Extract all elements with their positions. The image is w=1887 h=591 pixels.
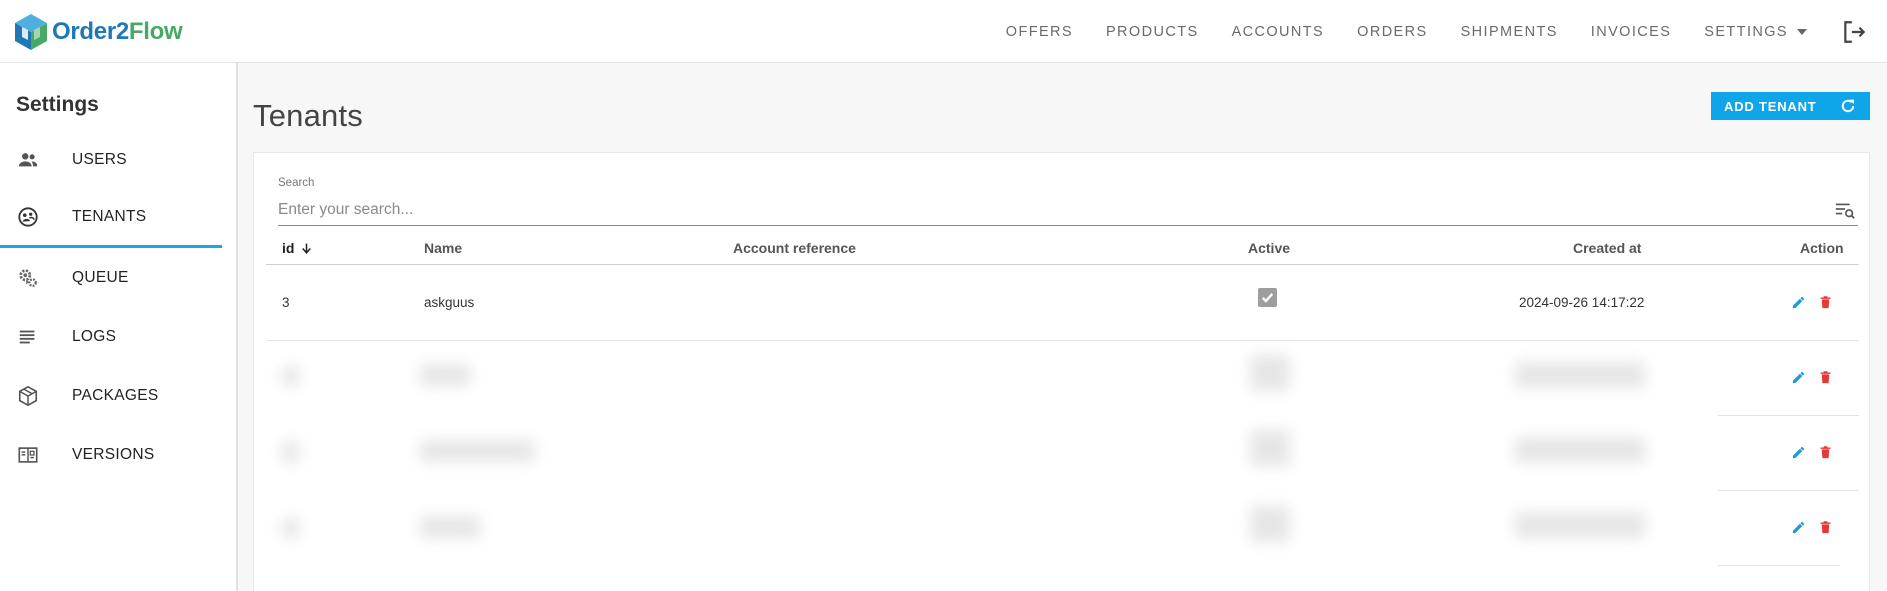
- nav-shipments[interactable]: SHIPMENTS: [1461, 24, 1558, 40]
- row-1-created-at: 2024-09-26 14:17:22: [1519, 295, 1645, 310]
- users-icon: [17, 149, 39, 171]
- edit-pencil-icon[interactable]: [1791, 445, 1806, 460]
- sidebar-item-tenants[interactable]: TENANTS: [0, 189, 222, 248]
- sidebar-item-versions[interactable]: VERSIONS: [0, 425, 222, 484]
- search-label: Search: [278, 177, 315, 189]
- row-1-id: 3: [282, 295, 290, 310]
- sidebar-item-packages[interactable]: PACKAGES: [0, 366, 222, 425]
- refresh-icon[interactable]: [1839, 97, 1857, 115]
- nav-offers[interactable]: OFFERS: [1006, 24, 1073, 40]
- top-bar: Order2Flow OFFERS PRODUCTS ACCOUNTS ORDE…: [0, 0, 1887, 63]
- sidebar-item-logs[interactable]: LOGS: [0, 307, 222, 366]
- nav-products[interactable]: PRODUCTS: [1106, 24, 1199, 40]
- nav-orders[interactable]: ORDERS: [1357, 24, 1427, 40]
- logs-list-icon: [17, 326, 39, 348]
- settings-sidebar: Settings USERS TENANTS QUEUE LOGS PACKAG…: [0, 63, 238, 591]
- column-header-id[interactable]: id: [282, 240, 313, 256]
- versions-icon: [17, 444, 39, 466]
- nav-settings[interactable]: SETTINGS: [1704, 24, 1807, 40]
- logo-cube-icon: [15, 14, 47, 50]
- edit-pencil-icon[interactable]: [1791, 295, 1806, 310]
- column-header-account-reference[interactable]: Account reference: [733, 240, 856, 256]
- row-divider: [266, 340, 1859, 341]
- main-nav: OFFERS PRODUCTS ACCOUNTS ORDERS SHIPMENT…: [973, 0, 1807, 63]
- row-1-active-checkbox: [1258, 288, 1277, 307]
- add-tenant-button[interactable]: ADD TENANT: [1711, 92, 1870, 120]
- nav-invoices[interactable]: INVOICES: [1591, 24, 1672, 40]
- column-header-name[interactable]: Name: [424, 240, 462, 256]
- delete-trash-icon[interactable]: [1818, 295, 1833, 310]
- delete-trash-icon[interactable]: [1818, 445, 1833, 460]
- row-divider: [1718, 415, 1859, 416]
- row-divider: [1718, 490, 1859, 491]
- delete-trash-icon[interactable]: [1818, 520, 1833, 535]
- sidebar-title: Settings: [16, 93, 99, 116]
- column-header-action: Action: [1800, 240, 1844, 256]
- column-header-active[interactable]: Active: [1248, 240, 1290, 256]
- package-box-icon: [17, 385, 39, 407]
- search-input[interactable]: [278, 195, 1858, 226]
- table-header-divider: [266, 264, 1859, 265]
- chevron-down-icon: [1797, 28, 1807, 35]
- nav-accounts[interactable]: ACCOUNTS: [1232, 24, 1325, 40]
- logout-icon[interactable]: [1841, 19, 1867, 45]
- queue-gears-icon: [17, 267, 39, 289]
- edit-pencil-icon[interactable]: [1791, 370, 1806, 385]
- delete-trash-icon[interactable]: [1818, 370, 1833, 385]
- checkmark-icon: [1261, 293, 1274, 303]
- logo-text: Order2Flow: [52, 18, 183, 45]
- column-header-created-at[interactable]: Created at: [1573, 240, 1641, 256]
- page-title: Tenants: [253, 98, 363, 133]
- logo[interactable]: Order2Flow: [12, 12, 183, 52]
- row-divider: [1718, 565, 1840, 566]
- filter-search-icon[interactable]: [1834, 199, 1856, 221]
- edit-pencil-icon[interactable]: [1791, 520, 1806, 535]
- sidebar-item-users[interactable]: USERS: [0, 130, 222, 189]
- sidebar-item-queue[interactable]: QUEUE: [0, 248, 222, 307]
- row-1-name: askguus: [424, 295, 475, 310]
- tenants-icon: [17, 206, 39, 228]
- sort-arrow-down-icon: [302, 243, 312, 254]
